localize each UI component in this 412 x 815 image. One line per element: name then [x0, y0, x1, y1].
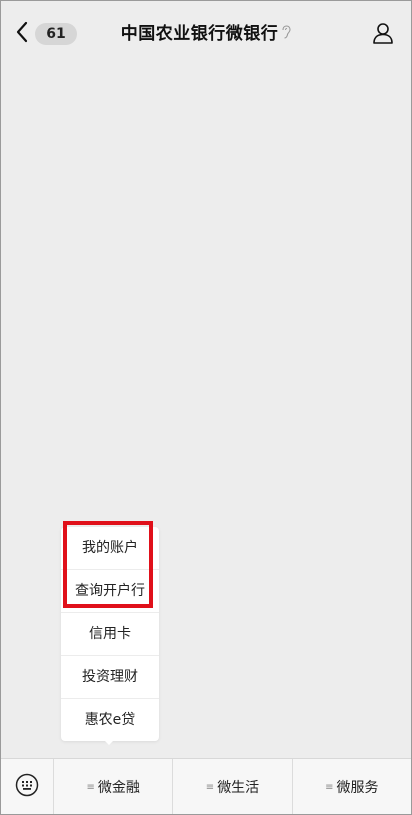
tab-label: 微生活: [217, 780, 260, 796]
keyboard-icon: [15, 773, 39, 801]
ear-icon: [281, 21, 291, 47]
popup-pointer: [101, 737, 117, 745]
screen: 61 中国农业银行微银行 我的账户 查询开户行 信用卡 投资理财 惠农e贷 ≡ …: [0, 0, 412, 815]
tab-label: 微金融: [97, 780, 140, 796]
bottom-menu-bar: ≡ 微金融 ≡ 微生活 ≡ 微服务: [1, 758, 411, 814]
chat-header: 61 中国农业银行微银行: [1, 1, 411, 65]
tab-wei-service[interactable]: ≡ 微服务: [293, 759, 411, 814]
menu-item-query-bank[interactable]: 查询开户行: [61, 570, 159, 613]
hamburger-icon: ≡: [86, 781, 95, 793]
person-icon: [371, 23, 395, 49]
hamburger-icon: ≡: [205, 781, 215, 793]
menu-item-my-account[interactable]: 我的账户: [61, 527, 159, 570]
page-title-text: 中国农业银行微银行: [120, 24, 279, 44]
menu-item-loan[interactable]: 惠农e贷: [61, 699, 159, 741]
profile-button[interactable]: [371, 21, 395, 45]
menu-item-credit-card[interactable]: 信用卡: [61, 613, 159, 656]
tab-wei-finance[interactable]: ≡ 微金融: [54, 759, 174, 814]
submenu-popup: 我的账户 查询开户行 信用卡 投资理财 惠农e贷: [61, 527, 159, 741]
tab-wei-life[interactable]: ≡ 微生活: [173, 759, 293, 814]
menu-item-investment[interactable]: 投资理财: [61, 656, 159, 699]
tab-label: 微服务: [336, 780, 379, 796]
page-title: 中国农业银行微银行: [1, 21, 411, 47]
hamburger-icon: ≡: [325, 781, 334, 793]
keyboard-toggle-button[interactable]: [1, 759, 54, 814]
